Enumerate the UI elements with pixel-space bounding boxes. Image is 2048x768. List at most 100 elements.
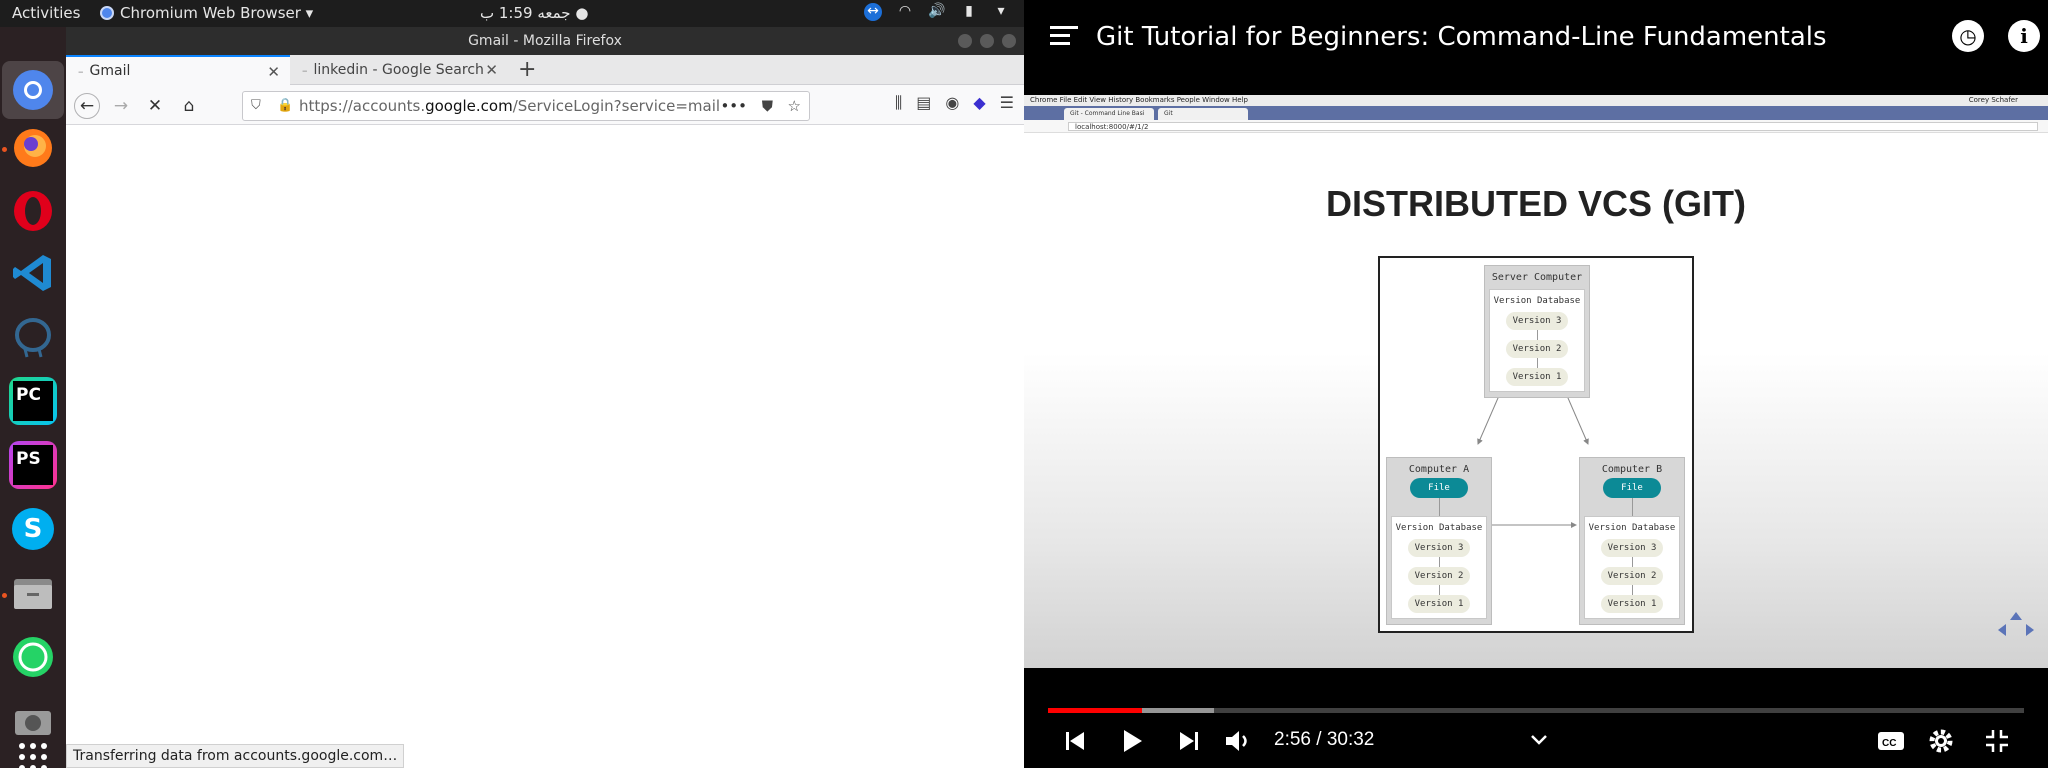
volume-icon[interactable]: 🔊 [928, 3, 946, 21]
chevron-down-icon[interactable]: ▾ [992, 3, 1010, 21]
version-pill: Version 1 [1601, 595, 1663, 613]
running-indicator [2, 593, 7, 598]
window-titlebar[interactable]: Gmail - Mozilla Firefox [66, 27, 1024, 55]
tracking-protection-icon[interactable]: ⛉ [251, 92, 261, 120]
system-tray[interactable]: ↔ ◠ 🔊 ▮ ▾ [864, 3, 1010, 21]
url-bar[interactable]: ⛉ 🔒 https://accounts.google.com/ServiceL… [242, 91, 810, 121]
page-content: Transferring data from accounts.google.c… [66, 125, 1024, 768]
video-title[interactable]: Git Tutorial for Beginners: Command-Line… [1096, 22, 1827, 52]
stop-button[interactable]: ✕ [142, 93, 168, 119]
extension-icon[interactable]: ◆ [973, 93, 985, 113]
computer-b: Computer B File Version Database Version… [1579, 457, 1685, 625]
mac-tab: Git - Command Line Basi [1064, 108, 1154, 120]
file-connector [1632, 498, 1633, 516]
db-title: Version Database [1588, 523, 1676, 533]
lock-icon[interactable]: 🔒 [277, 92, 293, 120]
video-frame[interactable]: Chrome File Edit View History Bookmarks … [1024, 95, 2048, 668]
version-database: Version Database Version 3 Version 2 Ver… [1584, 516, 1680, 619]
previous-icon[interactable] [1064, 728, 1088, 754]
svg-text:CC: CC [1882, 738, 1896, 749]
settings-gear-icon[interactable] [1928, 728, 1954, 754]
youtube-player: Git Tutorial for Beginners: Command-Line… [1024, 0, 2048, 768]
mac-user: Corey Schafer [1968, 96, 2018, 104]
firefox-window: Gmail - Mozilla Firefox – Gmail ✕ – link… [66, 27, 1024, 768]
files-icon[interactable] [9, 569, 57, 617]
tab-label: linkedin - Google Search [313, 62, 484, 78]
pycharm-icon[interactable]: PC [9, 377, 57, 425]
tab-gmail[interactable]: – Gmail ✕ [66, 55, 290, 85]
watch-later-icon[interactable]: ◷ [1952, 20, 1984, 52]
captions-icon[interactable]: CC [1876, 728, 1906, 754]
version-pill: Version 3 [1408, 539, 1470, 557]
menu-icon[interactable]: ☰ [1000, 93, 1014, 113]
computer-b-title: Computer B [1601, 464, 1663, 475]
close-window-button[interactable] [1002, 34, 1016, 48]
phpstorm-icon[interactable]: PS [9, 441, 57, 489]
info-icon[interactable]: i [2008, 20, 2040, 52]
version-pill: Version 2 [1408, 567, 1470, 585]
home-button[interactable]: ⌂ [176, 93, 202, 119]
close-icon[interactable]: ✕ [267, 63, 280, 81]
dock: PC PS S [0, 27, 66, 768]
progress-bar[interactable] [1048, 708, 2024, 713]
forward-button[interactable]: → [108, 93, 134, 119]
volume-icon[interactable] [1224, 728, 1252, 754]
next-icon[interactable] [1176, 728, 1200, 754]
back-button[interactable]: ← [74, 93, 100, 119]
loading-icon: – [302, 63, 308, 77]
activities-button[interactable]: Activities [12, 4, 80, 22]
loading-icon: – [78, 64, 84, 78]
page-actions-icon[interactable]: ••• [720, 92, 747, 120]
whatsapp-icon[interactable] [9, 633, 57, 681]
tab-strip: – Gmail ✕ – linkedin - Google Search ✕ + [66, 55, 1024, 85]
library-icon[interactable]: ⫼ [895, 93, 902, 113]
computer-a: Computer A File Version Database Version… [1386, 457, 1492, 625]
wifi-icon[interactable]: ◠ [896, 3, 914, 21]
account-icon[interactable]: ◉ [945, 93, 959, 113]
app-grid-icon[interactable] [9, 733, 57, 768]
battery-icon[interactable]: ▮ [960, 3, 978, 21]
status-bar: Transferring data from accounts.google.c… [66, 744, 405, 768]
chromium-icon [100, 6, 114, 20]
maximize-button[interactable] [980, 34, 994, 48]
window-controls [958, 34, 1016, 48]
version-pill: Version 2 [1506, 340, 1568, 358]
clock[interactable]: جمعه 1:59 ب ● [480, 4, 588, 22]
tab-label: Gmail [89, 63, 131, 79]
minimize-button[interactable] [958, 34, 972, 48]
git-diagram: Server Computer Version Database Version… [1378, 256, 1694, 633]
mac-url: localhost:8000/#/1/2 [1068, 122, 2038, 131]
slide-title: DISTRIBUTED VCS (GIT) [1326, 183, 1746, 224]
window-title: Gmail - Mozilla Firefox [468, 33, 622, 49]
app-menu-label: Chromium Web Browser ▾ [120, 4, 314, 22]
app-menu[interactable]: Chromium Web Browser ▾ [100, 4, 313, 22]
server-computer: Server Computer Version Database Version… [1484, 265, 1590, 398]
new-tab-button[interactable]: + [518, 57, 536, 82]
skype-icon[interactable]: S [9, 505, 57, 553]
version-pill: Version 3 [1601, 539, 1663, 557]
mac-menu-bar: Chrome File Edit View History Bookmarks … [1024, 95, 2048, 106]
vscode-icon[interactable] [9, 249, 57, 297]
exit-fullscreen-icon[interactable] [1984, 728, 2010, 754]
pgadmin-icon[interactable] [9, 313, 57, 361]
teamviewer-icon[interactable]: ↔ [864, 3, 882, 21]
play-icon[interactable] [1120, 728, 1144, 754]
system-top-bar: Activities Chromium Web Browser ▾ جمعه 1… [0, 0, 1024, 27]
pocket-icon[interactable]: ⛊ [762, 92, 773, 120]
version-pill: Version 3 [1506, 312, 1568, 330]
slide-nav-arrows-icon[interactable] [1996, 610, 2036, 642]
server-title: Server Computer [1491, 272, 1583, 283]
chromium-icon[interactable] [9, 66, 57, 114]
opera-icon[interactable] [9, 187, 57, 235]
sidebar-icon[interactable]: ▤ [916, 93, 931, 113]
time-display: 2:56 / 30:32 [1274, 729, 1375, 750]
playlist-icon[interactable] [1050, 26, 1078, 52]
chevron-down-icon[interactable] [1528, 728, 1550, 754]
version-pill: Version 1 [1506, 368, 1568, 386]
firefox-icon[interactable] [9, 124, 57, 172]
close-icon[interactable]: ✕ [485, 61, 498, 79]
version-database: Version Database Version 3 Version 2 Ver… [1489, 289, 1585, 392]
tab-linkedin-search[interactable]: – linkedin - Google Search ✕ [290, 55, 508, 85]
bookmark-star-icon[interactable]: ☆ [788, 92, 801, 120]
mac-tab: Git [1158, 108, 1248, 120]
